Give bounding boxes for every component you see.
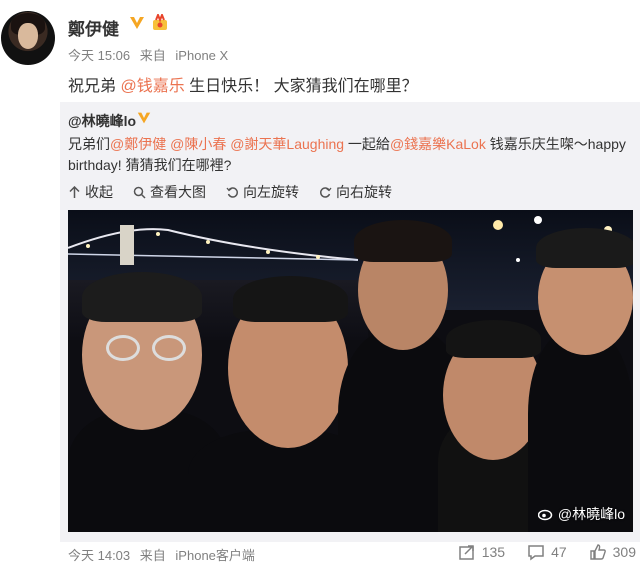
- medal-icon[interactable]: [151, 14, 169, 32]
- post-photo[interactable]: @林曉峰lo: [68, 210, 633, 532]
- view-large-label: 查看大图: [150, 184, 206, 200]
- action-bar: 135 47 309: [458, 543, 636, 561]
- mention-link[interactable]: @钱嘉乐: [120, 78, 184, 95]
- collapse-button[interactable]: 收起: [68, 182, 113, 202]
- repost-author[interactable]: @林曉峰lo: [68, 111, 136, 131]
- collapse-icon: [69, 185, 80, 198]
- mention-link[interactable]: @錢嘉樂KaLok: [390, 136, 486, 152]
- comment-count: 47: [551, 544, 567, 560]
- repost-source[interactable]: iPhone客户端: [175, 548, 254, 563]
- mention-link[interactable]: @鄭伊健: [110, 136, 166, 152]
- rotate-left-button[interactable]: 向左旋转: [226, 182, 299, 202]
- repost-text-part: 兄弟们: [68, 136, 110, 152]
- post-meta: 今天 15:06 来自 iPhone X: [68, 45, 234, 64]
- repost-button[interactable]: 135: [458, 543, 505, 561]
- verified-icon: [137, 112, 151, 124]
- comment-icon: [528, 545, 544, 561]
- watermark-text: @林曉峰lo: [557, 506, 625, 522]
- repost-text-part: 一起給: [344, 136, 390, 152]
- mention-link[interactable]: @陳小春: [170, 136, 226, 152]
- text-suffix: 生日快乐！ 大家猜我们在哪里？: [184, 78, 418, 95]
- source-prefix: 来自: [139, 548, 166, 563]
- post-source[interactable]: iPhone X: [175, 48, 228, 63]
- text-prefix: 祝兄弟: [68, 78, 121, 95]
- photo-watermark: @林曉峰lo: [537, 504, 625, 524]
- view-large-button[interactable]: 查看大图: [133, 182, 206, 202]
- author-name[interactable]: 鄭伊健: [68, 15, 119, 40]
- rotate-right-icon: [320, 186, 332, 198]
- rotate-right-button[interactable]: 向右旋转: [319, 182, 392, 202]
- bridge-lights: [68, 225, 358, 265]
- thumbs-up-icon: [589, 544, 606, 560]
- weibo-post: 鄭伊健 今天 15:06 来自 iPhone X 祝兄弟 @钱嘉乐 生日快乐！ …: [0, 0, 640, 569]
- like-count: 309: [612, 544, 636, 560]
- post-text: 祝兄弟 @钱嘉乐 生日快乐！ 大家猜我们在哪里？: [68, 72, 418, 96]
- repost-box: @林曉峰lo 兄弟们@鄭伊健 @陳小春 @謝天華Laughing 一起給@錢嘉樂…: [60, 102, 640, 542]
- author-avatar[interactable]: [1, 11, 55, 65]
- repost-time[interactable]: 今天 14:03: [68, 548, 130, 563]
- comment-button[interactable]: 47: [527, 543, 567, 561]
- search-icon: [133, 186, 146, 199]
- like-button[interactable]: 309: [589, 543, 636, 561]
- collapse-label: 收起: [85, 184, 113, 200]
- source-prefix: 来自: [139, 48, 166, 63]
- repost-meta: 今天 14:03 来自 iPhone客户端: [68, 545, 261, 564]
- share-icon: [458, 545, 474, 560]
- mention-link[interactable]: @謝天華Laughing: [230, 136, 344, 152]
- rotate-left-icon: [226, 186, 238, 198]
- verified-icon: [130, 17, 144, 29]
- post-time[interactable]: 今天 15:06: [68, 48, 130, 63]
- repost-count: 135: [481, 544, 506, 560]
- weibo-icon: [537, 509, 553, 521]
- rotate-right-label: 向右旋转: [336, 184, 392, 200]
- image-toolbar: 收起 查看大图 向左旋转 向右旋转: [68, 182, 392, 202]
- rotate-left-label: 向左旋转: [243, 184, 299, 200]
- repost-text: 兄弟们@鄭伊健 @陳小春 @謝天華Laughing 一起給@錢嘉樂KaLok 钱…: [68, 134, 638, 176]
